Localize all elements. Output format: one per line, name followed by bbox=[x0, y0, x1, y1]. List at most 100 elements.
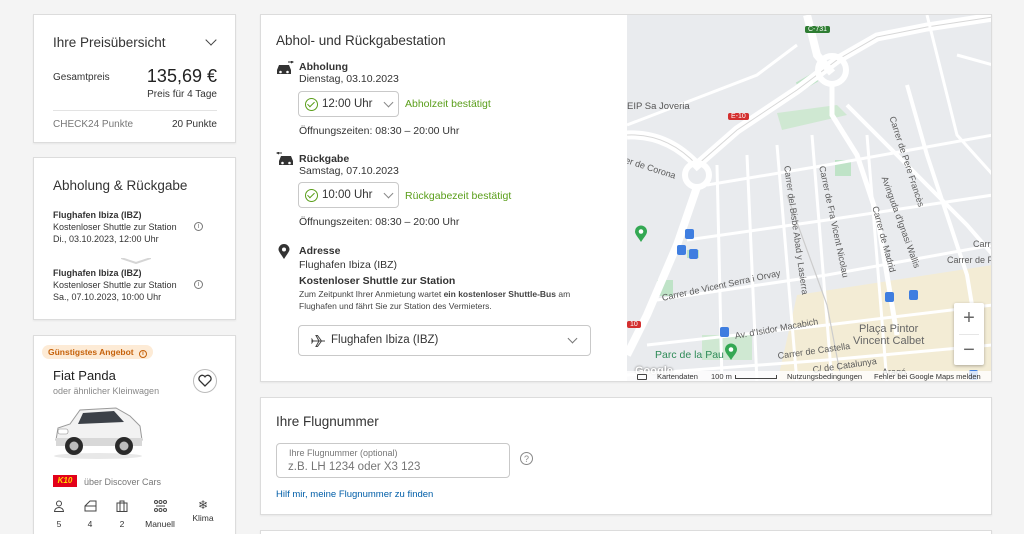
map-scale-bar bbox=[735, 375, 777, 379]
flight-number-input[interactable] bbox=[288, 460, 498, 474]
return-confirmation: Rückgabezeit bestätigt bbox=[405, 190, 512, 202]
door-icon bbox=[84, 500, 96, 512]
map-zoom-control: + − bbox=[954, 303, 984, 365]
park-pin-icon[interactable] bbox=[634, 225, 648, 248]
pickup-datetime: Di., 03.10.2023, 12:00 Uhr bbox=[53, 234, 159, 244]
pickup-return-title: Abholung & Rückgabe bbox=[53, 178, 188, 193]
check-circle-icon bbox=[305, 98, 318, 111]
badge-label: Günstigstes Angebot bbox=[48, 347, 134, 357]
chevron-down-icon bbox=[383, 188, 394, 199]
map-label: EIP Sa Joveria bbox=[627, 101, 690, 112]
spec-gearbox: Manuell bbox=[140, 499, 180, 529]
map-terms-link[interactable]: Nutzungsbedingungen bbox=[787, 371, 862, 381]
return-time-select[interactable]: 10:00 Uhr bbox=[298, 182, 399, 208]
airport-select-value: Flughafen Ibiza (IBZ) bbox=[331, 334, 439, 346]
return-label: Rückgabe bbox=[299, 153, 350, 165]
points-value: 20 Punkte bbox=[171, 119, 217, 130]
bus-stop-icon[interactable] bbox=[689, 249, 698, 259]
pickup-time-select[interactable]: 12:00 Uhr bbox=[298, 91, 399, 117]
info-icon[interactable]: i bbox=[194, 222, 203, 231]
pickup-confirmation: Abholzeit bestätigt bbox=[405, 98, 491, 110]
map-report-link[interactable]: Fehler bei Google Maps melden bbox=[874, 371, 981, 381]
car-name: Fiat Panda bbox=[53, 368, 116, 383]
timeline-chevron-icon bbox=[120, 251, 152, 265]
provider-logo: K10 bbox=[53, 475, 77, 487]
price-overview-title: Ihre Preisübersicht bbox=[53, 35, 166, 50]
spec-passengers: 5 bbox=[51, 499, 67, 529]
address-value: Flughafen Ibiza (IBZ) bbox=[299, 259, 398, 271]
keyboard-icon[interactable] bbox=[637, 374, 647, 380]
next-section-card bbox=[260, 530, 992, 534]
road-shield-e10: E-10 bbox=[728, 113, 749, 120]
return-datetime: Sa., 07.10.2023, 10:00 Uhr bbox=[53, 292, 162, 302]
address-label: Adresse bbox=[299, 245, 341, 257]
return-date: Samstag, 07.10.2023 bbox=[299, 165, 399, 177]
zoom-in-button[interactable]: + bbox=[954, 303, 984, 333]
road-shield-10: 10 bbox=[627, 321, 641, 328]
spec-value: 5 bbox=[56, 519, 62, 529]
price-overview-card: Ihre Preisübersicht Gesamtpreis 135,69 €… bbox=[33, 14, 236, 143]
map-label: Carrer de Feli bbox=[947, 255, 991, 265]
flight-number-field-label: Ihre Flugnummer (optional) bbox=[289, 448, 398, 458]
spec-value: 2 bbox=[119, 519, 125, 529]
bus-stop-icon[interactable] bbox=[885, 292, 894, 302]
pickup-time-value: 12:00 Uhr bbox=[322, 98, 373, 110]
map-label: Vincent Calbet bbox=[853, 335, 925, 347]
check-circle-icon bbox=[305, 189, 318, 202]
road-shield-c731: C-731 bbox=[805, 26, 831, 33]
luggage-icon bbox=[116, 500, 128, 512]
flight-number-help-link[interactable]: Hilf mir, meine Flugnummer zu finden bbox=[276, 489, 433, 500]
bus-stop-icon[interactable] bbox=[685, 229, 694, 239]
provider-name: über Discover Cars bbox=[84, 477, 162, 487]
shuttle-description: Zum Zeitpunkt Ihrer Anmietung wartet ein… bbox=[299, 289, 570, 299]
flight-number-card: Ihre Flugnummer Ihre Flugnummer (optiona… bbox=[260, 397, 992, 515]
info-icon: i bbox=[139, 350, 148, 358]
plane-icon bbox=[310, 334, 326, 353]
shuttle-title: Kostenloser Shuttle zur Station bbox=[299, 275, 456, 287]
pickup-shuttle: Kostenloser Shuttle zur Station bbox=[53, 222, 177, 232]
airport-select[interactable]: Flughafen Ibiza (IBZ) bbox=[298, 325, 591, 356]
spec-value: Klima bbox=[192, 513, 214, 523]
car-image bbox=[50, 402, 146, 460]
map-footer: Kartendaten 100 m Nutzungsbedingungen Fe… bbox=[627, 371, 991, 381]
map-scale-label: 100 m bbox=[711, 372, 732, 381]
map-data-link[interactable]: Kartendaten bbox=[657, 371, 698, 381]
chevron-down-icon bbox=[567, 333, 578, 344]
pickup-label: Abholung bbox=[299, 61, 348, 73]
price-days-note: Preis für 4 Tage bbox=[147, 89, 217, 100]
total-price-label: Gesamtpreis bbox=[53, 72, 110, 83]
return-opening-hours: Öffnungszeiten: 08:30 – 20:00 Uhr bbox=[299, 216, 460, 228]
spec-doors: 4 bbox=[82, 499, 98, 529]
bus-stop-icon[interactable] bbox=[909, 290, 918, 300]
snowflake-icon: ❄ bbox=[197, 498, 209, 512]
car-offer-card[interactable]: Günstigstes Angebot i Fiat Panda oder äh… bbox=[33, 335, 236, 534]
station-title: Abhol- und Rückgabestation bbox=[276, 33, 446, 48]
return-location: Flughafen Ibiza (IBZ) bbox=[53, 268, 142, 278]
help-question-icon[interactable]: ? bbox=[520, 452, 533, 465]
chevron-down-icon[interactable] bbox=[205, 34, 217, 46]
car-return-icon bbox=[275, 151, 294, 171]
flight-number-title: Ihre Flugnummer bbox=[276, 414, 379, 429]
shuttle-desc-part: Zum Zeitpunkt Ihrer Anmietung wartet bbox=[299, 289, 444, 299]
flight-number-field[interactable]: Ihre Flugnummer (optional) bbox=[276, 443, 510, 478]
pickup-return-card: Abholung & Rückgabe Flughafen Ibiza (IBZ… bbox=[33, 157, 236, 320]
points-label: CHECK24 Punkte bbox=[53, 119, 134, 130]
cheapest-offer-badge: Günstigstes Angebot i bbox=[42, 345, 154, 359]
total-price-value: 135,69 € bbox=[146, 66, 217, 86]
favorite-heart-icon[interactable] bbox=[193, 369, 217, 393]
map[interactable]: C-731 E-10 10 EIP Sa Joveria er de Coron… bbox=[627, 15, 991, 381]
spec-value: Manuell bbox=[145, 519, 175, 529]
map-label: Plaça Pintor bbox=[859, 323, 919, 335]
map-label: Carrer de bbox=[973, 239, 991, 249]
spec-value: 4 bbox=[87, 519, 93, 529]
park-pin-icon[interactable] bbox=[724, 343, 738, 366]
pickup-date: Dienstag, 03.10.2023 bbox=[299, 73, 399, 85]
spec-luggage: 2 bbox=[114, 499, 130, 529]
zoom-out-button[interactable]: − bbox=[954, 335, 984, 365]
car-pickup-icon bbox=[276, 60, 295, 80]
bus-stop-icon[interactable] bbox=[720, 327, 729, 337]
info-icon[interactable]: i bbox=[194, 280, 203, 289]
return-time-value: 10:00 Uhr bbox=[322, 189, 373, 201]
shuttle-desc-part: am bbox=[555, 289, 571, 299]
bus-stop-icon[interactable] bbox=[677, 245, 686, 255]
